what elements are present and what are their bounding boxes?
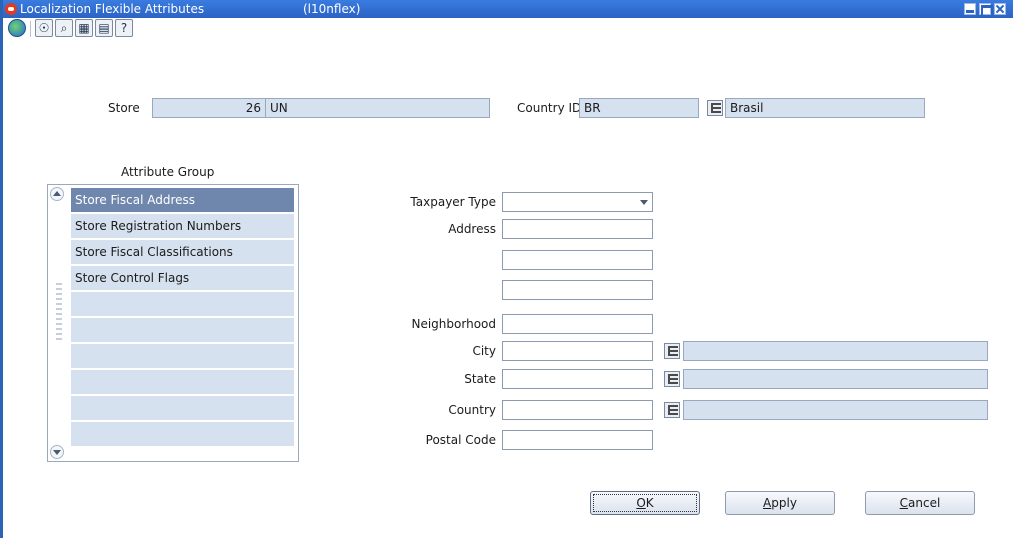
list-item-store-control-flags[interactable]: Store Control Flags	[71, 266, 294, 291]
maximize-icon[interactable]	[979, 3, 993, 18]
list-item[interactable]	[71, 370, 294, 395]
help-icon[interactable]: ?	[115, 19, 133, 37]
state-label: State	[464, 372, 496, 386]
close-icon[interactable]	[994, 3, 1006, 15]
list-item-store-fiscal-classifications[interactable]: Store Fiscal Classifications	[71, 240, 294, 265]
country-id-field[interactable]: BR	[579, 98, 699, 118]
city-lov-icon[interactable]	[664, 343, 680, 359]
toolbar-separator	[30, 21, 31, 37]
address-line-2-field[interactable]	[502, 250, 653, 270]
state-field[interactable]	[502, 369, 653, 389]
chevron-down-icon[interactable]	[640, 200, 648, 205]
store-id-field[interactable]: 26	[152, 98, 266, 118]
taxpayer-type-select[interactable]	[502, 192, 653, 212]
action-icon[interactable]: ☉	[35, 19, 53, 37]
toolbar: ☉ ⌕ ▦ ▤ ?	[3, 18, 1013, 40]
attribute-group-title: Attribute Group	[121, 165, 215, 179]
store-label: Store	[108, 101, 140, 115]
scroll-grip[interactable]	[56, 283, 62, 343]
city-field[interactable]	[502, 341, 653, 361]
notes-icon[interactable]: ▤	[95, 19, 113, 37]
window-title: Localization Flexible Attributes	[20, 2, 205, 16]
list-item[interactable]	[71, 292, 294, 317]
postal-code-label: Postal Code	[425, 433, 496, 447]
oracle-app-icon	[5, 3, 17, 15]
country-description-field[interactable]	[683, 400, 988, 420]
minimize-icon[interactable]	[964, 3, 976, 15]
city-label: City	[472, 344, 496, 358]
country-label: Country	[448, 403, 496, 417]
address-label: Address	[448, 222, 496, 236]
neighborhood-field[interactable]	[502, 314, 653, 334]
postal-code-field[interactable]	[502, 430, 653, 450]
attribute-group-list: Store Fiscal Address Store Registration …	[47, 184, 299, 462]
store-name-field[interactable]: UN	[265, 98, 490, 118]
state-description-field[interactable]	[683, 369, 988, 389]
cancel-label-rest: ancel	[908, 496, 941, 510]
apply-button[interactable]: Apply	[725, 491, 835, 515]
list-item[interactable]	[71, 344, 294, 369]
form-id: (l10nflex)	[303, 2, 361, 16]
find-icon[interactable]: ⌕	[55, 19, 73, 37]
list-item-store-registration-numbers[interactable]: Store Registration Numbers	[71, 214, 294, 239]
list-scrollbar[interactable]	[48, 185, 68, 461]
address-line-1-field[interactable]	[502, 219, 653, 239]
neighborhood-label: Neighborhood	[411, 317, 496, 331]
application-window: Localization Flexible Attributes (l10nfl…	[0, 0, 1013, 538]
globe-icon[interactable]	[8, 19, 26, 37]
ok-button[interactable]: OK	[590, 491, 700, 515]
cancel-button[interactable]: Cancel	[865, 491, 975, 515]
scroll-up-icon[interactable]	[50, 187, 64, 201]
ok-mnemonic: O	[636, 496, 646, 510]
calendar-icon[interactable]: ▦	[75, 19, 93, 37]
country-id-label: Country ID	[517, 101, 582, 115]
scroll-down-icon[interactable]	[50, 445, 64, 459]
state-lov-icon[interactable]	[664, 371, 680, 387]
taxpayer-type-label: Taxpayer Type	[410, 195, 496, 209]
city-description-field[interactable]	[683, 341, 988, 361]
country-field-lov-icon[interactable]	[664, 402, 680, 418]
list-item-store-fiscal-address[interactable]: Store Fiscal Address	[71, 188, 294, 213]
ok-label-rest: K	[645, 496, 654, 510]
list-item[interactable]	[71, 396, 294, 421]
address-line-3-field[interactable]	[502, 280, 653, 300]
apply-label-rest: pply	[771, 496, 797, 510]
list-item[interactable]	[71, 318, 294, 343]
title-bar: Localization Flexible Attributes (l10nfl…	[3, 0, 1013, 18]
country-lov-icon[interactable]	[707, 100, 723, 116]
cancel-mnemonic: C	[899, 496, 909, 510]
list-item[interactable]	[71, 422, 294, 447]
country-field[interactable]	[502, 400, 653, 420]
country-name-field[interactable]: Brasil	[725, 98, 925, 118]
